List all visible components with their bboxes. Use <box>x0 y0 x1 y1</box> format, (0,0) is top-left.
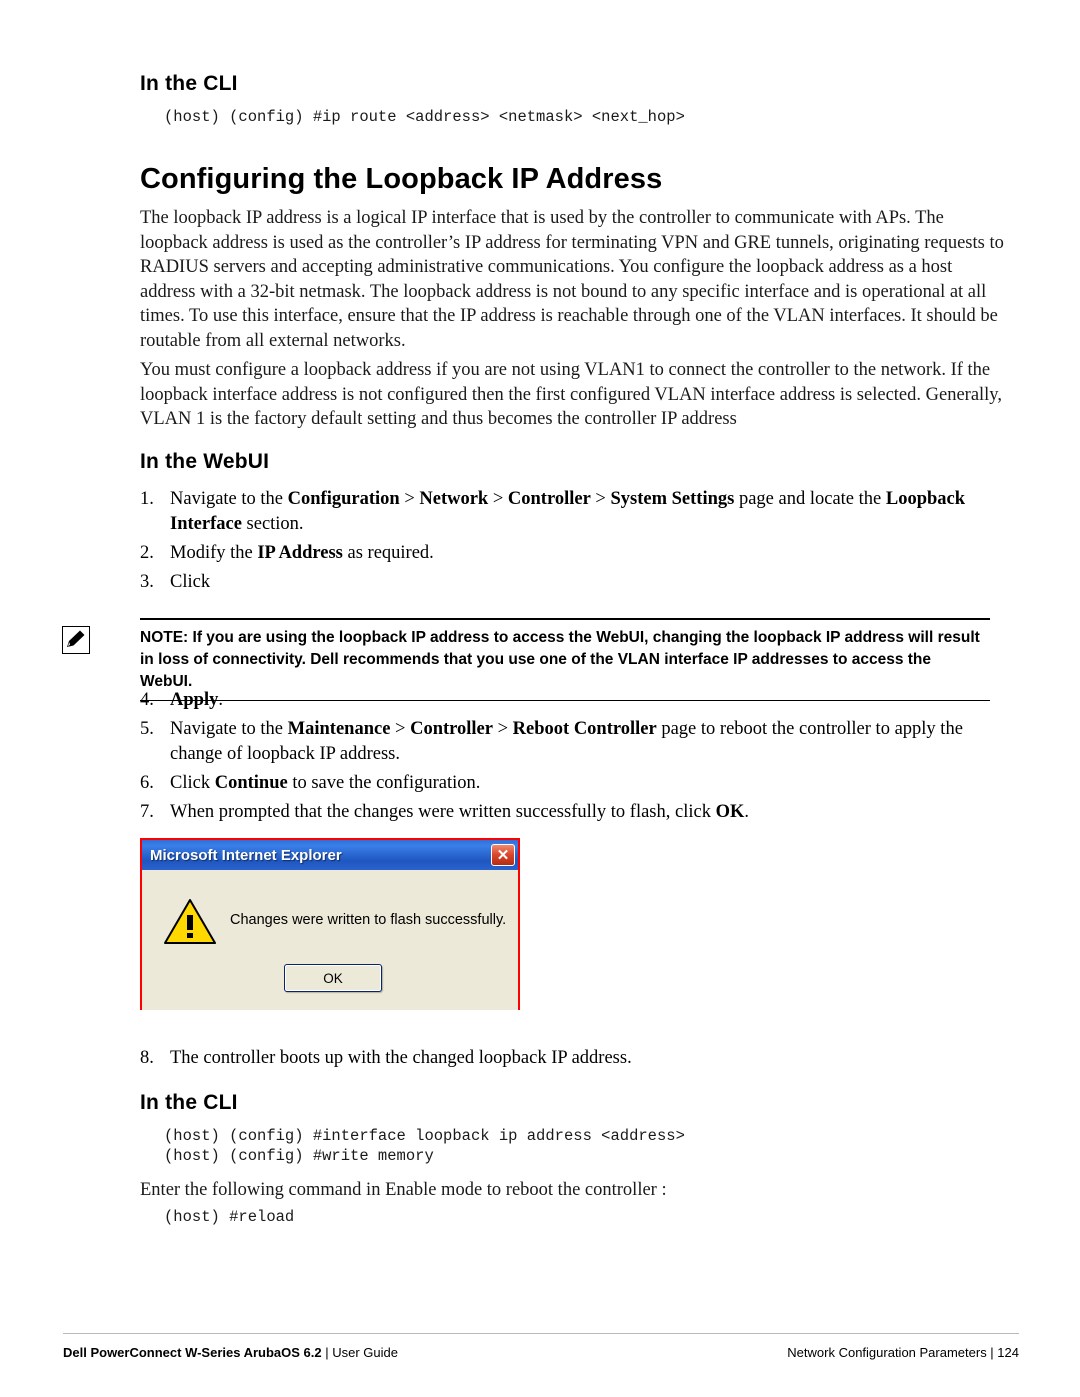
steps-list-after-note: 4. Apply. 5. Navigate to the Maintenance > … <box>140 688 1005 829</box>
note-pencil-icon <box>62 626 90 654</box>
heading-in-the-webui: In the WebUI <box>140 450 270 473</box>
list-item-number: 2. <box>140 543 154 563</box>
page-title: Configuring the Loopback IP Address <box>140 163 663 195</box>
list-item: 7. When prompted that the changes were wr… <box>140 800 1005 825</box>
footer-guide-label: | User Guide <box>321 1345 398 1360</box>
list-item-number: 3. <box>140 572 154 592</box>
dialog-titlebar: Microsoft Internet Explorer ✕ <box>142 840 518 870</box>
paragraph-enable-mode: Enter the following command in Enable mo… <box>140 1180 667 1200</box>
list-item-text: The controller boots up with the changed… <box>170 1048 632 1068</box>
list-item-text: Navigate to the Configuration > Network … <box>170 489 966 534</box>
paragraph-loopback-overview: The loopback IP address is a logical IP … <box>140 208 1004 351</box>
list-item: 2. Modify the IP Address as required. <box>140 541 1005 566</box>
list-item-text: Click Continue to save the configuration… <box>170 773 481 793</box>
heading-in-the-cli-2: In the CLI <box>140 1091 238 1114</box>
list-item: 3. Click <box>140 570 1005 595</box>
paragraph-loopback-requirement: You must configure a loopback address if… <box>140 360 1002 429</box>
list-item-text: Click <box>170 572 211 592</box>
list-item-number: 6. <box>140 773 154 793</box>
steps-list-before-note: 1. Navigate to the Configuration > Networ… <box>140 487 1005 599</box>
footer-left: Dell PowerConnect W-Series ArubaOS 6.2 |… <box>63 1345 398 1360</box>
list-item: 5. Navigate to the Maintenance > Controll… <box>140 717 1005 767</box>
cli-command-reload: (host) #reload <box>164 1208 295 1226</box>
close-icon[interactable]: ✕ <box>491 844 515 866</box>
list-item-number: 4. <box>140 690 154 710</box>
list-item-number: 5. <box>140 719 154 739</box>
list-item: 1. Navigate to the Configuration > Networ… <box>140 487 1005 537</box>
ok-button[interactable]: OK <box>284 964 382 992</box>
list-item-number: 1. <box>140 489 154 509</box>
cli-command-interface-loopback: (host) (config) #interface loopback ip a… <box>164 1127 685 1145</box>
internet-explorer-dialog: Microsoft Internet Explorer ✕ Changes we… <box>140 838 520 1010</box>
footer-right: Network Configuration Parameters | 124 <box>787 1345 1019 1360</box>
list-item-text: Apply. <box>170 690 223 710</box>
warning-icon <box>164 898 216 946</box>
footer-product-name: Dell PowerConnect W-Series ArubaOS 6.2 <box>63 1345 322 1360</box>
footer-divider <box>63 1333 1019 1334</box>
cli-command-write-memory: (host) (config) #write memory <box>164 1147 434 1165</box>
list-item-number: 7. <box>140 802 154 822</box>
list-item: 4. Apply. <box>140 688 1005 713</box>
steps-list-after-dialog: 8. The controller boots up with the chang… <box>140 1046 1005 1075</box>
list-item-text: Navigate to the Maintenance > Controller… <box>170 719 963 764</box>
dialog-title: Microsoft Internet Explorer <box>150 846 342 864</box>
list-item-text: When prompted that the changes were writ… <box>170 802 749 822</box>
dialog-body: Changes were written to flash successful… <box>142 870 518 1010</box>
list-item: 6. Click Continue to save the configurati… <box>140 771 1005 796</box>
dialog-message: Changes were written to flash successful… <box>230 912 507 928</box>
list-item-text: Modify the IP Address as required. <box>170 543 434 563</box>
list-item: 8. The controller boots up with the chang… <box>140 1046 1005 1071</box>
list-item-number: 8. <box>140 1048 154 1068</box>
document-page: In the CLI (host) (config) #ip route <ad… <box>0 0 1080 1397</box>
cli-command-ip-route: (host) (config) #ip route <address> <net… <box>164 108 685 126</box>
heading-in-the-cli-1: In the CLI <box>140 72 238 95</box>
